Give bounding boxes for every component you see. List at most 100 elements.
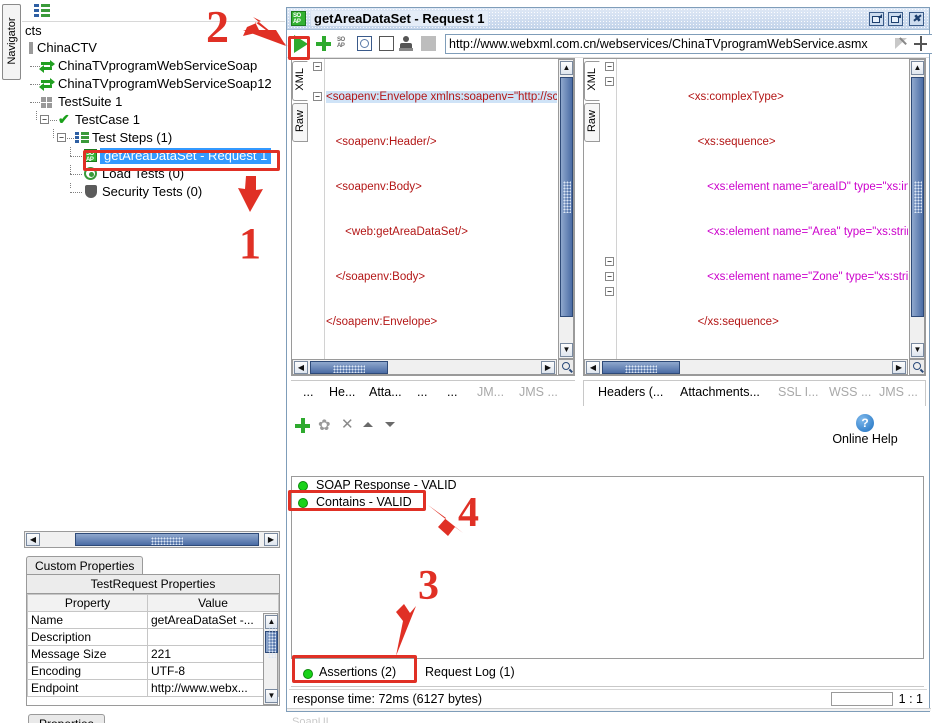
move-down-icon[interactable] bbox=[385, 422, 395, 427]
stop-icon[interactable] bbox=[379, 36, 394, 51]
maximize-icon[interactable] bbox=[888, 12, 903, 26]
refresh-icon[interactable] bbox=[357, 36, 372, 51]
table-row[interactable]: Description bbox=[27, 628, 279, 646]
tab-custom-properties[interactable]: Custom Properties bbox=[26, 556, 144, 574]
scroll-right-button[interactable]: ▶ bbox=[264, 533, 278, 546]
scroll-thumb[interactable] bbox=[602, 361, 680, 374]
tree-item-testsuite[interactable]: TestSuite 1 bbox=[58, 93, 122, 111]
soap-icon[interactable]: SO AP bbox=[337, 37, 351, 50]
close-icon[interactable]: ✖ bbox=[909, 12, 924, 26]
table-row[interactable]: Message Size 221 bbox=[27, 645, 279, 663]
table-row[interactable]: Endpoint http://www.webx... bbox=[27, 679, 279, 697]
tree-item-testcase[interactable]: TestCase 1 bbox=[75, 111, 140, 129]
scroll-thumb[interactable] bbox=[310, 361, 388, 374]
tab-request[interactable]: ... bbox=[303, 385, 313, 399]
tree-item-project[interactable]: ChinaCTV bbox=[37, 39, 97, 57]
tab-attachments[interactable]: Atta... bbox=[369, 385, 402, 399]
fold-icon[interactable]: − bbox=[605, 287, 614, 296]
gear-icon[interactable]: ✿ bbox=[318, 418, 333, 433]
response-editor-vtabs[interactable]: XML Raw bbox=[584, 61, 601, 144]
tab-attachments[interactable]: Attachments... bbox=[680, 385, 760, 399]
person-icon[interactable] bbox=[399, 36, 413, 51]
cell-value[interactable]: 221 bbox=[147, 645, 279, 663]
expander-testcase[interactable]: − bbox=[40, 115, 49, 124]
list-item[interactable]: SOAP Response - VALID bbox=[292, 477, 923, 494]
tree-item-loadtests[interactable]: Load Tests (0) bbox=[102, 165, 184, 183]
response-vscrollbar[interactable]: ▲ ▼ bbox=[909, 59, 925, 359]
table-row[interactable]: Encoding UTF-8 bbox=[27, 662, 279, 680]
cell-value[interactable]: http://www.webx... bbox=[147, 679, 279, 697]
expander-teststeps[interactable]: − bbox=[57, 133, 66, 142]
tab-extra-1[interactable]: ... bbox=[417, 385, 427, 399]
plus-icon[interactable] bbox=[914, 36, 927, 51]
tab-ssl-info[interactable]: SSL I... bbox=[778, 385, 819, 399]
plus-icon[interactable] bbox=[295, 418, 310, 433]
scroll-thumb[interactable] bbox=[560, 77, 573, 317]
move-up-icon[interactable] bbox=[363, 422, 373, 427]
scroll-up-button[interactable]: ▲ bbox=[911, 61, 924, 75]
navigator-hscrollbar[interactable]: ◀ ▶ bbox=[24, 531, 280, 548]
plus-icon[interactable] bbox=[316, 36, 331, 51]
response-tabs[interactable]: Headers (... Attachments... SSL I... WSS… bbox=[583, 380, 926, 406]
scroll-down-button[interactable]: ▼ bbox=[911, 343, 924, 357]
endpoint-url-input[interactable] bbox=[445, 34, 932, 54]
request-xml-code[interactable]: <soapenv:Envelope xmlns:soapenv="http://… bbox=[326, 60, 557, 358]
tab-jms-property[interactable]: JMS ... bbox=[519, 385, 558, 399]
request-editor-vtabs[interactable]: XML Raw bbox=[292, 61, 309, 144]
request-hscrollbar[interactable]: ◀ ▶ bbox=[292, 359, 557, 375]
scroll-up-button[interactable]: ▲ bbox=[560, 61, 573, 75]
fold-icon[interactable]: − bbox=[313, 92, 322, 101]
scroll-thumb[interactable] bbox=[265, 626, 278, 658]
tab-headers[interactable]: He... bbox=[329, 385, 355, 399]
tab-assertions[interactable]: Assertions (2) bbox=[303, 665, 396, 679]
tab-headers[interactable]: Headers (... bbox=[598, 385, 663, 399]
tree-item-request-selected[interactable]: getAreaDataSet - Request 1 bbox=[100, 148, 272, 164]
list-icon[interactable] bbox=[34, 4, 50, 17]
tree-item-soap12[interactable]: ChinaTVprogramWebServiceSoap12 bbox=[58, 75, 272, 93]
response-hscrollbar[interactable]: ◀ ▶ bbox=[584, 359, 908, 375]
navigator-tab[interactable]: Navigator bbox=[2, 4, 21, 80]
bottom-tabs[interactable]: Assertions (2) Request Log (1) bbox=[291, 663, 924, 687]
scroll-thumb[interactable] bbox=[911, 77, 924, 317]
square-icon[interactable] bbox=[421, 36, 436, 51]
tab-properties[interactable]: Properties bbox=[28, 714, 105, 723]
fold-icon[interactable]: − bbox=[605, 272, 614, 281]
scroll-right-button[interactable]: ▶ bbox=[892, 361, 906, 374]
scroll-left-button[interactable]: ◀ bbox=[26, 533, 40, 546]
scroll-down-button[interactable]: ▼ bbox=[560, 343, 573, 357]
response-xml-code[interactable]: <xs:complexType> <xs:sequence> <xs:eleme… bbox=[618, 60, 908, 358]
online-help[interactable]: ? Online Help bbox=[815, 414, 915, 446]
tab-request-log[interactable]: Request Log (1) bbox=[425, 665, 515, 679]
endpoint-url-combo[interactable] bbox=[445, 34, 932, 54]
tab-extra-2[interactable]: ... bbox=[447, 385, 457, 399]
scroll-left-button[interactable]: ◀ bbox=[294, 361, 308, 374]
tree-item-securitytests[interactable]: Security Tests (0) bbox=[102, 183, 202, 201]
tab-jms-headers[interactable]: JM... bbox=[477, 385, 504, 399]
tab-xml[interactable]: XML bbox=[292, 61, 308, 101]
tab-raw[interactable]: Raw bbox=[584, 102, 600, 142]
response-editor[interactable]: XML Raw − − − − − <xs:complexType> <xs:s… bbox=[583, 58, 926, 376]
project-tree[interactable]: cts ChinaCTV ChinaTVprogramWebServiceSoa… bbox=[22, 23, 285, 520]
tab-jms[interactable]: JMS ... bbox=[879, 385, 918, 399]
scroll-down-button[interactable]: ▼ bbox=[265, 689, 278, 703]
window-titlebar[interactable]: SO AP getAreaDataSet - Request 1 ✖ bbox=[287, 8, 929, 30]
restore-down-icon[interactable] bbox=[869, 12, 884, 26]
fold-icon[interactable]: − bbox=[605, 77, 614, 86]
search-icon[interactable] bbox=[558, 359, 574, 375]
status-field[interactable] bbox=[831, 692, 893, 706]
cell-value[interactable]: UTF-8 bbox=[147, 662, 279, 680]
assertions-list[interactable]: SOAP Response - VALID Contains - VALID bbox=[291, 476, 924, 659]
scroll-right-button[interactable]: ▶ bbox=[541, 361, 555, 374]
list-item[interactable]: Contains - VALID bbox=[292, 494, 923, 511]
tree-item-teststeps[interactable]: Test Steps (1) bbox=[92, 129, 172, 147]
scroll-left-button[interactable]: ◀ bbox=[586, 361, 600, 374]
properties-table[interactable]: Property Value Name getAreaDataSet -... … bbox=[27, 594, 279, 697]
play-icon[interactable] bbox=[294, 35, 308, 53]
delete-icon[interactable]: ✕ bbox=[341, 417, 354, 432]
filter-icon[interactable] bbox=[895, 37, 909, 51]
help-icon[interactable]: ? bbox=[856, 414, 874, 432]
tab-xml[interactable]: XML bbox=[584, 61, 600, 101]
tab-wss[interactable]: WSS ... bbox=[829, 385, 871, 399]
cell-value[interactable] bbox=[147, 628, 279, 646]
tree-item-soap11[interactable]: ChinaTVprogramWebServiceSoap bbox=[58, 57, 257, 75]
